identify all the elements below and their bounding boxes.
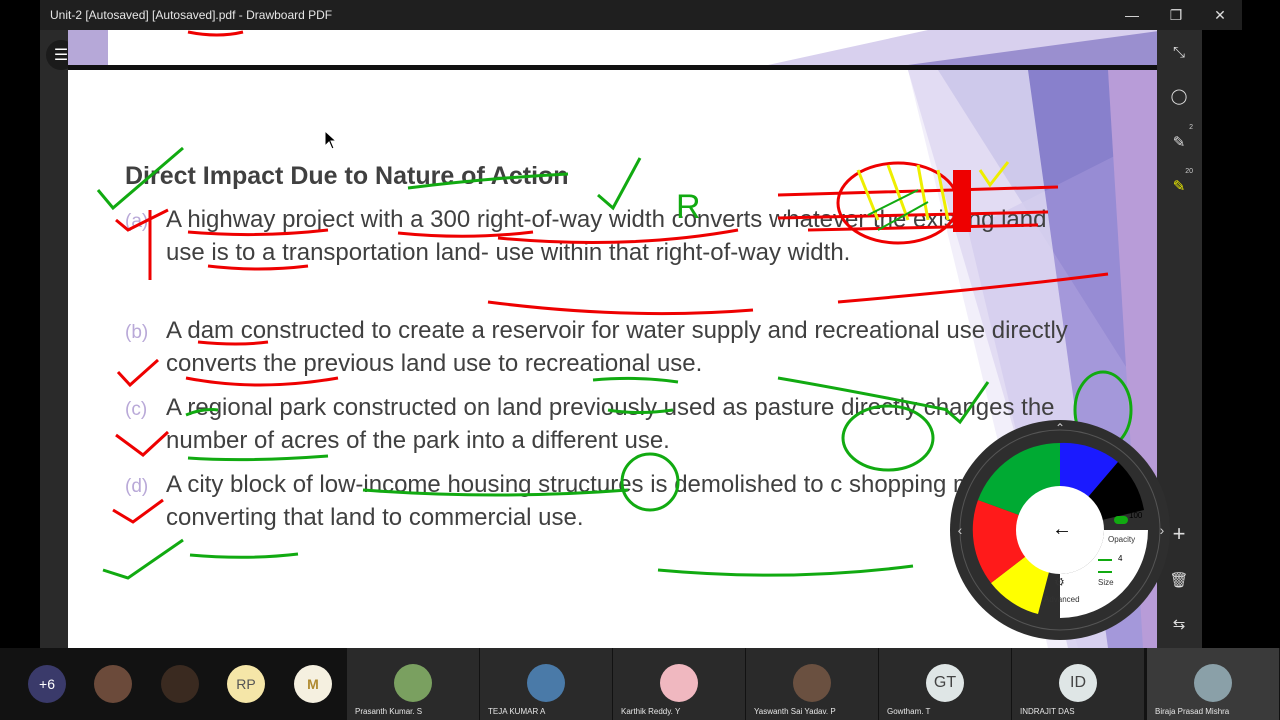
pen-icon[interactable]: ✎ 2 (1165, 124, 1193, 156)
svg-text:›: › (1160, 522, 1165, 538)
item-marker: (d) (125, 476, 149, 497)
participant-avatar[interactable]: RP (227, 665, 265, 703)
participant-avatar: ID (1059, 664, 1097, 702)
slide-heading: Direct Impact Due to Nature of Action (125, 162, 569, 190)
more-participants-badge[interactable]: +6 (28, 665, 66, 703)
previous-page-edge (68, 30, 1166, 65)
participants-bar: +6 RP M Prasanth Kumar. S TEJA KUMAR A K… (0, 648, 1280, 720)
size-icon[interactable] (1098, 559, 1112, 573)
item-marker: (c) (125, 399, 148, 420)
back-arrow-icon[interactable]: ← (1052, 518, 1072, 541)
participant-avatar (1194, 664, 1232, 702)
participant-name: Prasanth Kumar. S (355, 707, 423, 716)
close-button[interactable]: ✕ (1198, 0, 1242, 30)
size-label: Size (1098, 578, 1114, 587)
lasso-icon[interactable]: ◯ (1165, 82, 1193, 110)
mouse-cursor-icon (324, 130, 338, 150)
svg-text:‹: ‹ (958, 522, 963, 538)
svg-text:⌃: ⌃ (1055, 421, 1065, 435)
size-value: 4 (1118, 554, 1123, 563)
participant-avatar (660, 664, 698, 702)
minimize-button[interactable]: — (1110, 0, 1154, 30)
participant-tile[interactable]: Biraja Prasad Mishra (1147, 648, 1279, 720)
window-title: Unit-2 [Autosaved] [Autosaved].pdf - Dra… (50, 8, 333, 22)
participant-tile[interactable]: Karthik Reddy. Y (613, 648, 745, 720)
participant-avatar: GT (926, 664, 964, 702)
participant-avatar[interactable]: M (294, 665, 332, 703)
pen-count: 2 (1189, 124, 1193, 131)
highlighter-icon[interactable]: ✎ 20 (1165, 168, 1193, 200)
advanced-label: Advanced (1044, 595, 1080, 604)
participant-avatar[interactable] (161, 665, 199, 703)
opacity-label: Opacity (1108, 535, 1136, 544)
opacity-toggle-icon[interactable] (1114, 516, 1128, 524)
item-text: A dam constructed to create a reservoir … (166, 317, 1068, 377)
title-bar: Unit-2 [Autosaved] [Autosaved].pdf - Dra… (40, 0, 1242, 30)
item-marker: (a) (125, 211, 149, 232)
participant-avatar (793, 664, 831, 702)
list-item: (c) A regional park constructed on land p… (125, 391, 1091, 457)
participant-tile[interactable]: Yaswanth Sai Yadav. P (746, 648, 878, 720)
list-item: (d) A city block of low-income housing st… (125, 468, 1091, 534)
advanced-settings-icon[interactable]: ⚙ (1054, 575, 1065, 589)
participant-name: Karthik Reddy. Y (621, 707, 681, 716)
list-item: (a) A highway project with a 300 right-of… (125, 203, 1091, 269)
right-black-margin (1242, 0, 1280, 648)
participant-avatar (527, 664, 565, 702)
list-item: (b) A dam constructed to create a reservo… (125, 314, 1091, 380)
ink-color-wheel[interactable]: ⌃ ‹ › ← 100 Opacity 4 Size ⚙ Advanced (948, 418, 1173, 643)
participant-tile[interactable]: ID INDRAJIT DAS (1012, 648, 1144, 720)
participant-tile[interactable]: TEJA KUMAR A (480, 648, 612, 720)
participant-avatar (394, 664, 432, 702)
participant-name: Gowtham. T (887, 707, 931, 716)
participant-name: INDRAJIT DAS (1020, 707, 1075, 716)
participant-name: TEJA KUMAR A (488, 707, 546, 716)
restore-button[interactable]: ❐ (1154, 0, 1198, 30)
highlighter-count: 20 (1185, 168, 1193, 175)
item-marker: (b) (125, 322, 149, 343)
participant-avatar[interactable] (94, 665, 132, 703)
participant-tile[interactable]: Prasanth Kumar. S (347, 648, 479, 720)
participant-tile[interactable]: GT Gowtham. T (879, 648, 1011, 720)
participant-name: Biraja Prasad Mishra (1155, 707, 1230, 716)
left-black-margin (0, 0, 40, 648)
collapse-icon[interactable]: ⤡ (1165, 38, 1193, 66)
left-sidebar (40, 30, 68, 648)
item-text: A highway project with a 300 right-of-wa… (166, 206, 1047, 266)
opacity-value: 100 (1129, 511, 1143, 520)
participant-name: Yaswanth Sai Yadav. P (754, 707, 836, 716)
